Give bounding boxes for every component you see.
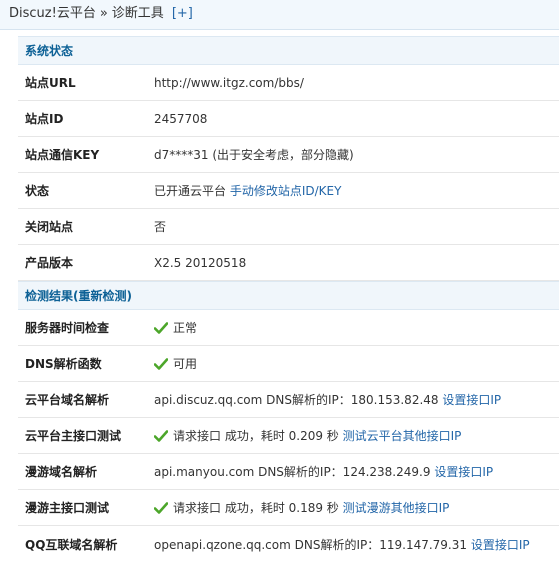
row-value: 正常 [154, 319, 197, 336]
row-label: 云平台域名解析 [25, 393, 110, 407]
site-id-value: 2457708 [154, 111, 208, 126]
table-row: 站点通信KEY d7****31 (出于安全考虑，部分隐藏) [18, 137, 559, 173]
cloud-api-test-value: 请求接口 成功，耗时 0.209 秒 [173, 429, 339, 443]
row-label: 站点ID [25, 112, 64, 126]
row-label: 漫游主接口测试 [25, 501, 110, 515]
table-row: DNS解析函数 可用 [18, 346, 559, 382]
section-system-status: 系统状态 [18, 36, 559, 65]
row-value: 请求接口 成功，耗时 0.189 秒 测试漫游其他接口IP [154, 499, 449, 516]
row-value: 已开通云平台 手动修改站点ID/KEY [154, 182, 341, 199]
row-value: openapi.qzone.qq.com DNS解析的IP：119.147.79… [154, 536, 530, 553]
row-label: 产品版本 [25, 256, 74, 270]
row-label: DNS解析函数 [25, 357, 102, 371]
breadcrumb-separator: » [99, 6, 108, 21]
row-label: 关闭站点 [25, 220, 74, 234]
table-row: QQ互联域名解析 openapi.qzone.qq.com DNS解析的IP：1… [18, 526, 559, 562]
table-row: 云平台域名解析 api.discuz.qq.com DNS解析的IP：180.1… [18, 382, 559, 418]
breadcrumb-root: Discuz!云平台 [9, 6, 96, 21]
row-label: QQ互联域名解析 [25, 537, 118, 552]
row-label: 站点URL [25, 76, 76, 90]
table-row: 状态 已开通云平台 手动修改站点ID/KEY [18, 173, 559, 209]
section-title: 检测结果 [25, 289, 74, 303]
row-value: api.manyou.com DNS解析的IP：124.238.249.9 设置… [154, 463, 493, 480]
breadcrumb-current: 诊断工具 [111, 6, 164, 21]
table-row: 站点URL http://www.itgz.com/bbs/ [18, 65, 559, 101]
cloud-dns-value: api.discuz.qq.com DNS解析的IP：180.153.82.48 [154, 393, 439, 407]
site-key-value: d7****31 (出于安全考虑，部分隐藏) [154, 148, 354, 162]
check-icon [154, 357, 168, 370]
table-row: 关闭站点 否 [18, 209, 559, 245]
test-manyou-other-ip-link[interactable]: 测试漫游其他接口IP [343, 499, 450, 516]
row-label: 云平台主接口测试 [25, 429, 122, 443]
row-label: 漫游域名解析 [25, 465, 98, 479]
row-label: 状态 [25, 184, 50, 198]
test-cloud-other-ip-link[interactable]: 测试云平台其他接口IP [343, 427, 462, 444]
row-value: 请求接口 成功，耗时 0.209 秒 测试云平台其他接口IP [154, 427, 461, 444]
dns-function-status: 可用 [173, 357, 198, 371]
add-shortcut-link[interactable]: [+] [172, 6, 193, 21]
qq-connect-dns-value: openapi.qzone.qq.com DNS解析的IP：119.147.79… [154, 537, 468, 552]
row-value: X2.5 20120518 [154, 256, 246, 270]
site-url-value: http://www.itgz.com/bbs/ [154, 75, 304, 90]
section-check-results: 检测结果(重新检测) [18, 281, 559, 310]
table-row: 漫游主接口测试 请求接口 成功，耗时 0.189 秒 测试漫游其他接口IP [18, 490, 559, 526]
status-value: 已开通云平台 [154, 184, 227, 198]
set-interface-ip-link[interactable]: 设置接口IP [471, 536, 530, 553]
check-icon [154, 501, 168, 514]
paren-close: ) [126, 289, 132, 303]
manyou-dns-value: api.manyou.com DNS解析的IP：124.238.249.9 [154, 465, 431, 479]
check-icon [154, 429, 168, 442]
server-time-status: 正常 [173, 321, 198, 335]
breadcrumb: Discuz!云平台» 诊断工具 [+] [0, 0, 559, 30]
table-row: 漫游域名解析 api.manyou.com DNS解析的IP：124.238.2… [18, 454, 559, 490]
table-row: 服务器时间检查 正常 [18, 310, 559, 346]
section-title: 系统状态 [25, 44, 74, 58]
row-value: 否 [154, 218, 166, 235]
site-closed-value: 否 [154, 220, 167, 234]
table-row: 站点ID 2457708 [18, 101, 559, 137]
row-label: 站点通信KEY [25, 148, 100, 162]
set-interface-ip-link[interactable]: 设置接口IP [434, 463, 493, 480]
table-row: 产品版本 X2.5 20120518 [18, 245, 559, 281]
manyou-api-test-value: 请求接口 成功，耗时 0.189 秒 [173, 501, 339, 515]
check-icon [154, 321, 168, 334]
row-value: api.discuz.qq.com DNS解析的IP：180.153.82.48… [154, 391, 501, 408]
product-version-value: X2.5 20120518 [154, 255, 247, 270]
row-value: 2457708 [154, 112, 207, 126]
recheck-link[interactable]: 重新检测 [79, 289, 127, 303]
table-row: 云平台主接口测试 请求接口 成功，耗时 0.209 秒 测试云平台其他接口IP [18, 418, 559, 454]
row-value: d7****31 (出于安全考虑，部分隐藏) [154, 146, 354, 163]
edit-site-id-key-link[interactable]: 手动修改站点ID/KEY [230, 182, 342, 199]
row-label: 服务器时间检查 [25, 321, 110, 335]
row-value: http://www.itgz.com/bbs/ [154, 76, 304, 90]
row-value: 可用 [154, 355, 197, 372]
diagnostic-panel: 系统状态 站点URL http://www.itgz.com/bbs/ 站点ID… [18, 36, 559, 562]
set-interface-ip-link[interactable]: 设置接口IP [442, 391, 501, 408]
